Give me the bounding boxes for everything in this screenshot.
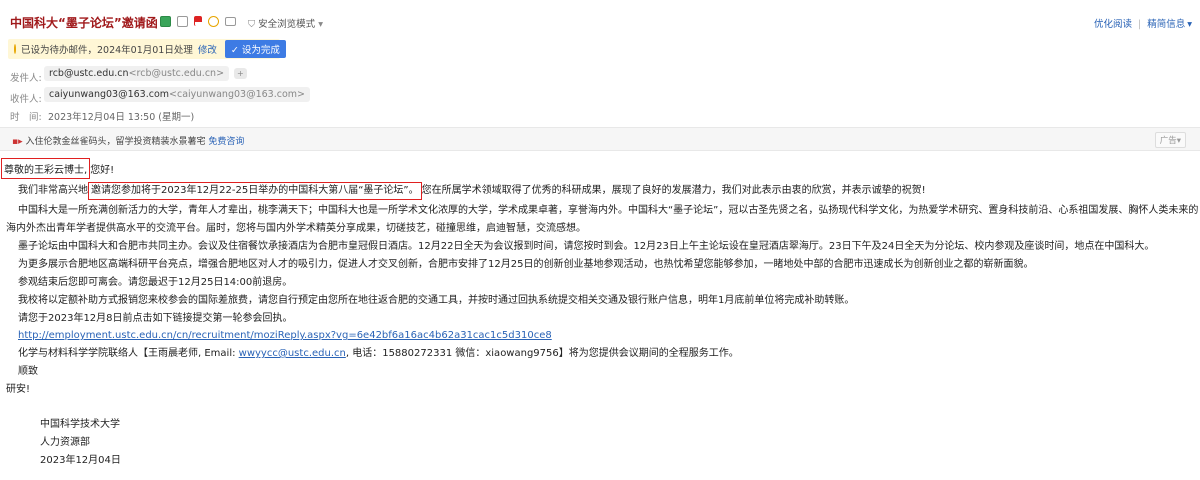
link-separator: | xyxy=(1138,19,1142,30)
pending-bar: 已设为待办邮件，2024年01月01日处理 修改 ✓ 设为完成 xyxy=(8,39,286,59)
highlight-box: 邀请您参加将于2023年12月22-25日举办的中国科大第八届“墨子论坛”。 xyxy=(88,182,422,200)
flag-icon[interactable] xyxy=(194,16,202,26)
contact-email-link[interactable]: wwyycc@ustc.edu.cn xyxy=(239,348,346,359)
subject-toolbar xyxy=(160,15,236,27)
ad-text: 入住伦敦金丝雀码头，留学投资精装水景薯宅 xyxy=(25,137,206,147)
ad-tag[interactable]: 广告▾ xyxy=(1154,132,1186,148)
paragraph-2-line-1: 中国科大是一所充满创新活力的大学，青年人才辈出，桃李满天下；中国科大也是一所学术… xyxy=(18,205,1199,216)
mark-done-button[interactable]: ✓ 设为完成 xyxy=(224,40,286,58)
to-label: 收件人: xyxy=(10,94,42,105)
from-label: 发件人: xyxy=(10,73,42,84)
ad-tag-label: 广告 xyxy=(1159,136,1177,146)
time-value: 2023年12月04日 13:50 (星期一) xyxy=(48,112,195,123)
chevron-down-icon: ▾ xyxy=(318,19,323,30)
greeting-rest: 您好! xyxy=(90,165,115,176)
recipient-chip[interactable]: caiyunwang03@163.com<caiyunwang03@163.co… xyxy=(44,87,310,102)
signature-dept: 人力资源部 xyxy=(40,437,90,448)
time-label: 时 间: xyxy=(10,112,42,123)
paragraph-5: 参观结束后您即可离会。请您最迟于12月25日14:00前退房。 xyxy=(18,277,293,288)
modify-link[interactable]: 修改 xyxy=(198,42,217,56)
to-chip-row: caiyunwang03@163.com<caiyunwang03@163.co… xyxy=(44,87,310,102)
closing-line-1: 顺致 xyxy=(18,366,38,377)
p1-start: 我们非常高兴地 xyxy=(18,185,88,196)
p1-end: 您在所属学术领域取得了优秀的科研成果，展现了良好的发展潜力，我们对此表示由衷的欣… xyxy=(421,185,926,196)
brief-info-link[interactable]: 精简信息 xyxy=(1147,19,1185,30)
check-icon: ✓ xyxy=(230,45,242,56)
clock-icon[interactable] xyxy=(208,15,219,27)
pending-text: 已设为待办邮件，2024年01月01日处理 xyxy=(21,45,193,56)
shield-icon: ⛉ xyxy=(248,19,256,30)
contact-end: , 电话：15880272331 微信：xiaowang9756】将为您提供会议… xyxy=(345,348,739,359)
chevron-down-icon[interactable]: ▾ xyxy=(1187,19,1192,30)
paragraph-1: 我们非常高兴地 邀请您参加将于2023年12月22-25日举办的中国科大第八届“墨… xyxy=(18,182,1193,200)
closing-line-2: 研安! xyxy=(6,384,31,395)
tag-icon[interactable] xyxy=(177,15,188,27)
sender-chip[interactable]: rcb@ustc.edu.cn<rcb@ustc.edu.cn> xyxy=(44,66,230,81)
signature-org: 中国科学技术大学 xyxy=(40,419,120,430)
paragraph-3: 墨子论坛由中国科大和合肥市共同主办。会议及住宿餐饮承接酒店为合肥市皇冠假日酒店。… xyxy=(18,241,1155,252)
recipient-address: <caiyunwang03@163.com> xyxy=(169,89,305,100)
greeting-name: 尊敬的王彩云博士, xyxy=(4,165,88,176)
contact-paragraph: 化学与材料科学学院联络人【王雨晨老师, Email: wwyycc@ustc.e… xyxy=(18,345,1193,363)
contact-start: 化学与材料科学学院联络人【王雨晨老师, Email: xyxy=(18,348,239,359)
security-mode-label: 安全浏览模式 xyxy=(258,19,316,30)
sender-address: <rcb@ustc.edu.cn> xyxy=(128,68,225,79)
reply-link-row: http://employment.ustc.edu.cn/cn/recruit… xyxy=(18,327,1193,345)
paragraph-4: 为更多展示合肥地区高端科研平台亮点，增强合肥地区对人才的吸引力，促进人才交叉创新… xyxy=(18,259,1034,270)
security-mode-dropdown[interactable]: ⛉ 安全浏览模式 ▾ xyxy=(248,16,323,30)
greeting-row: 尊敬的王彩云博士, 您好! xyxy=(1,158,114,179)
recipient-name: caiyunwang03@163.com xyxy=(49,89,170,100)
reply-url-link[interactable]: http://employment.ustc.edu.cn/cn/recruit… xyxy=(18,330,552,341)
from-chip-row: rcb@ustc.edu.cn<rcb@ustc.edu.cn> + xyxy=(44,66,247,81)
chevron-down-icon: ▾ xyxy=(1176,136,1181,146)
email-subject: 中国科大“墨子论坛”邀请函 xyxy=(10,16,158,30)
ad-icon: ▪▸ xyxy=(12,137,26,147)
paragraph-2-line-2: 海内外杰出青年学者提供高水平的交流平台。届时，您将与国内外学术精英分享成果，切磋… xyxy=(6,223,586,234)
top-links: 优化阅读 | 精简信息 ▾ xyxy=(1094,16,1192,30)
p1-highlight: 邀请您参加将于2023年12月22-25日举办的中国科大第八届“墨子论坛”。 xyxy=(91,185,419,196)
pending-clock-icon xyxy=(14,44,16,54)
paragraph-7: 请您于2023年12月8日前点击如下链接提交第一轮参会回执。 xyxy=(18,313,293,324)
greeting-name-box: 尊敬的王彩云博士, xyxy=(1,158,91,179)
optimize-read-link[interactable]: 优化阅读 xyxy=(1094,19,1132,30)
ad-consult-link[interactable]: 免费咨询 xyxy=(208,137,244,147)
print-icon[interactable] xyxy=(225,16,236,26)
add-contact-button[interactable]: + xyxy=(234,68,247,79)
mark-icon[interactable] xyxy=(160,15,171,27)
signature-date: 2023年12月04日 xyxy=(40,455,121,466)
paragraph-6: 我校将以定额补助方式报销您来校参会的国际差旅费，请您自行预定由您所在地往返合肥的… xyxy=(18,295,855,306)
divider xyxy=(0,150,1200,151)
sender-name: rcb@ustc.edu.cn xyxy=(49,68,129,79)
mark-done-label: 设为完成 xyxy=(241,45,280,56)
ad-text-row: ▪▸ 入住伦敦金丝雀码头，留学投资精装水景薯宅 免费咨询 xyxy=(12,134,244,147)
